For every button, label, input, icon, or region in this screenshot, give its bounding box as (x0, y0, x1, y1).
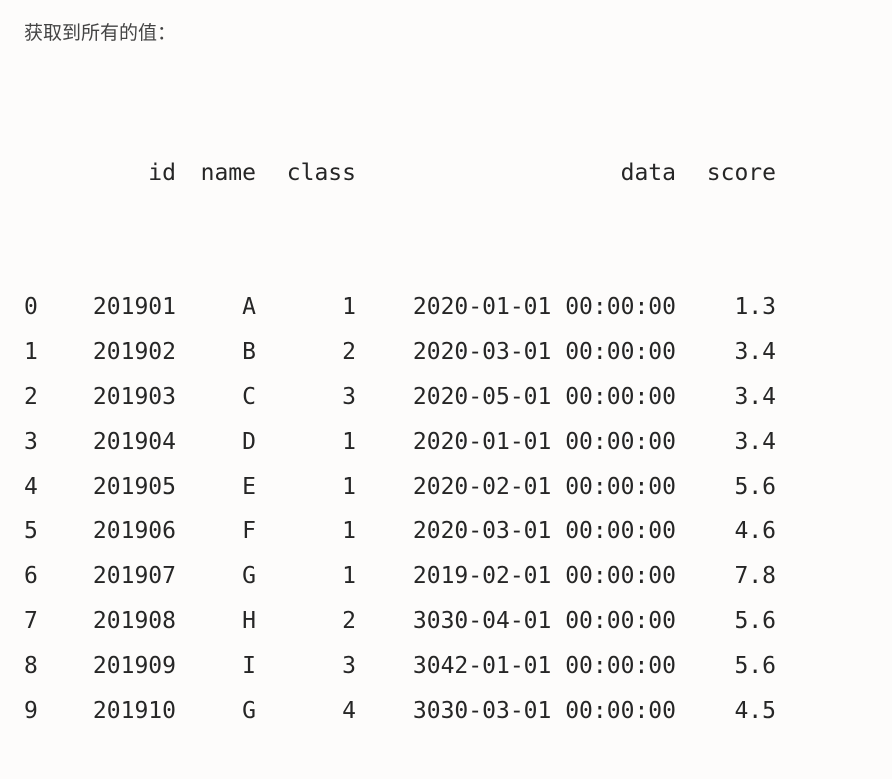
cell-data: 3042-01-01 00:00:00 (364, 644, 684, 689)
cell-id: 201906 (64, 509, 184, 554)
output-title: 获取到所有的值： (24, 18, 868, 45)
cell-class: 2 (264, 330, 364, 375)
header-score: score (684, 151, 784, 196)
table-row: 8201909I33042-01-01 00:00:005.6 (24, 644, 868, 689)
cell-id: 201909 (64, 644, 184, 689)
cell-id: 201908 (64, 599, 184, 644)
cell-index: 1 (24, 330, 64, 375)
cell-data: 2019-02-01 00:00:00 (364, 554, 684, 599)
table-row: 5201906F12020-03-01 00:00:004.6 (24, 509, 868, 554)
cell-score: 4.6 (684, 509, 784, 554)
cell-name: B (184, 330, 264, 375)
cell-score: 5.6 (684, 599, 784, 644)
cell-id: 201903 (64, 375, 184, 420)
cell-score: 4.5 (684, 689, 784, 734)
cell-id: 201902 (64, 330, 184, 375)
cell-index: 0 (24, 285, 64, 330)
cell-name: G (184, 554, 264, 599)
header-index (24, 151, 64, 196)
cell-class: 1 (264, 554, 364, 599)
table-header-row: id name class data score (24, 151, 868, 196)
cell-class: 2 (264, 599, 364, 644)
cell-name: D (184, 420, 264, 465)
cell-score: 3.4 (684, 420, 784, 465)
cell-class: 1 (264, 285, 364, 330)
cell-index: 2 (24, 375, 64, 420)
cell-name: I (184, 644, 264, 689)
table-row: 1201902B22020-03-01 00:00:003.4 (24, 330, 868, 375)
cell-data: 2020-05-01 00:00:00 (364, 375, 684, 420)
cell-name: H (184, 599, 264, 644)
cell-data: 3030-04-01 00:00:00 (364, 599, 684, 644)
cell-data: 2020-01-01 00:00:00 (364, 285, 684, 330)
header-class: class (264, 151, 364, 196)
dataframe-output: id name class data score 0201901A12020-0… (24, 61, 868, 779)
cell-data: 2020-01-01 00:00:00 (364, 420, 684, 465)
cell-score: 3.4 (684, 330, 784, 375)
cell-id: 201901 (64, 285, 184, 330)
cell-score: 5.6 (684, 465, 784, 510)
cell-class: 1 (264, 465, 364, 510)
cell-index: 6 (24, 554, 64, 599)
cell-class: 3 (264, 644, 364, 689)
header-id: id (64, 151, 184, 196)
table-row: 6201907G12019-02-01 00:00:007.8 (24, 554, 868, 599)
table-row: 9201910G43030-03-01 00:00:004.5 (24, 689, 868, 734)
cell-id: 201904 (64, 420, 184, 465)
cell-name: E (184, 465, 264, 510)
table-row: 3201904D12020-01-01 00:00:003.4 (24, 420, 868, 465)
cell-class: 1 (264, 420, 364, 465)
table-row: 4201905E12020-02-01 00:00:005.6 (24, 465, 868, 510)
cell-id: 201905 (64, 465, 184, 510)
cell-class: 4 (264, 689, 364, 734)
cell-score: 3.4 (684, 375, 784, 420)
table-row: 0201901A12020-01-01 00:00:001.3 (24, 285, 868, 330)
header-name-col: name (184, 151, 264, 196)
cell-name: F (184, 509, 264, 554)
cell-class: 3 (264, 375, 364, 420)
cell-id: 201907 (64, 554, 184, 599)
cell-data: 3030-03-01 00:00:00 (364, 689, 684, 734)
cell-index: 7 (24, 599, 64, 644)
cell-name: G (184, 689, 264, 734)
table-row: 7201908H23030-04-01 00:00:005.6 (24, 599, 868, 644)
cell-score: 1.3 (684, 285, 784, 330)
table-row: 2201903C32020-05-01 00:00:003.4 (24, 375, 868, 420)
cell-data: 2020-03-01 00:00:00 (364, 330, 684, 375)
cell-class: 1 (264, 509, 364, 554)
header-data: data (364, 151, 684, 196)
cell-index: 9 (24, 689, 64, 734)
cell-index: 8 (24, 644, 64, 689)
cell-data: 2020-03-01 00:00:00 (364, 509, 684, 554)
cell-index: 5 (24, 509, 64, 554)
cell-name: A (184, 285, 264, 330)
cell-score: 5.6 (684, 644, 784, 689)
cell-id: 201910 (64, 689, 184, 734)
cell-index: 3 (24, 420, 64, 465)
cell-score: 7.8 (684, 554, 784, 599)
cell-index: 4 (24, 465, 64, 510)
cell-data: 2020-02-01 00:00:00 (364, 465, 684, 510)
cell-name: C (184, 375, 264, 420)
